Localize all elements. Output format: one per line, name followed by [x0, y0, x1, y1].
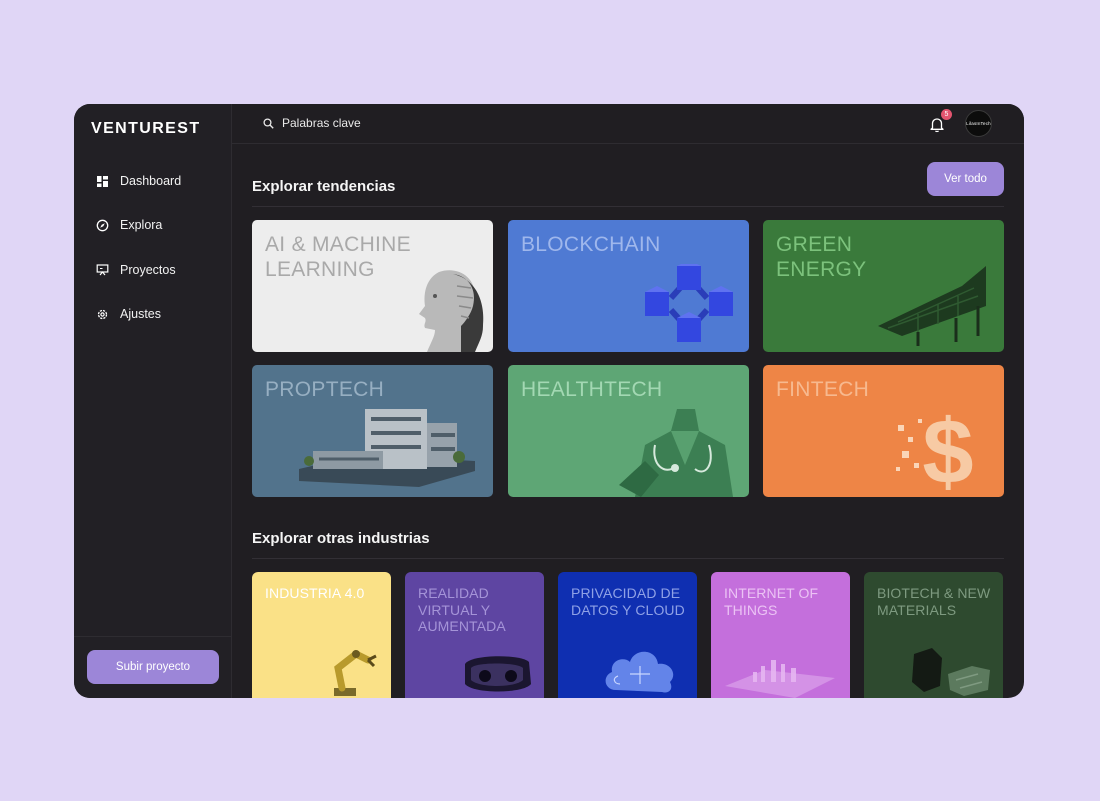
sidebar-item-ajustes[interactable]: Ajustes: [96, 303, 181, 325]
industry-card-privacidad[interactable]: PRIVACIDAD DE DATOS Y CLOUD: [558, 572, 697, 698]
sidebar-item-label: Proyectos: [120, 262, 176, 277]
industry-card-realidad-virtual[interactable]: REALIDAD VIRTUAL Y AUMENTADA: [405, 572, 544, 698]
cloud-icon: [605, 651, 674, 693]
industry-card-industria[interactable]: INDUSTRIA 4.0: [252, 572, 391, 698]
trend-card-green-energy[interactable]: GREEN ENERGY: [763, 220, 1004, 352]
industry-card-label: BIOTECH & NEW MATERIALS: [877, 585, 991, 618]
presentation-icon: [96, 264, 109, 276]
industry-card-label: INTERNET OF THINGS: [724, 585, 819, 618]
material-samples-icon: [912, 648, 990, 696]
trend-card-fintech[interactable]: FINTECH $: [763, 365, 1004, 497]
dashboard-icon: [97, 175, 108, 187]
search-icon: [263, 117, 274, 129]
sidebar-item-explora[interactable]: Explora: [96, 214, 181, 236]
blockchain-cubes-icon: [645, 264, 733, 342]
sidebar-item-dashboard[interactable]: Dashboard: [96, 170, 181, 192]
sidebar-item-proyectos[interactable]: Proyectos: [96, 259, 181, 281]
notification-badge: 5: [941, 109, 952, 120]
section-divider: [252, 558, 1004, 559]
building-icon: [299, 409, 475, 487]
trend-card-label: FINTECH: [776, 378, 870, 401]
svg-text:$: $: [922, 405, 973, 493]
trends-title: Explorar tendencias: [252, 178, 396, 195]
sidebar-item-label: Explora: [120, 218, 163, 233]
vr-headset-icon: [465, 656, 531, 692]
trend-card-label: AI & MACHINE LEARNING: [265, 233, 411, 281]
topbar: Palabras clave 5 LilasInTech: [232, 104, 1024, 144]
sidebar-item-label: Ajustes: [120, 307, 161, 322]
industry-card-label: PRIVACIDAD DE DATOS Y CLOUD: [571, 585, 685, 618]
robot-arm-icon: [334, 649, 377, 696]
section-divider: [252, 206, 1004, 207]
industries-title: Explorar otras industrias: [252, 530, 430, 547]
dollar-sign-icon: $: [896, 405, 974, 493]
industry-card-biotech[interactable]: BIOTECH & NEW MATERIALS: [864, 572, 1003, 698]
trend-card-healthtech[interactable]: HEALTHTECH: [508, 365, 749, 497]
sidebar-item-label: Dashboard: [120, 174, 182, 188]
trend-card-label: BLOCKCHAIN: [521, 233, 661, 256]
search-input[interactable]: Palabras clave: [263, 116, 361, 130]
avatar[interactable]: LilasInTech: [965, 110, 992, 137]
sidebar-nav: Dashboard Explora Proyectos Ajustes: [96, 170, 181, 348]
trend-card-label: HEALTHTECH: [521, 378, 663, 401]
industry-card-label: INDUSTRIA 4.0: [265, 585, 365, 601]
city-network-icon: [725, 660, 835, 698]
industry-card-iot[interactable]: INTERNET OF THINGS: [711, 572, 850, 698]
view-all-button[interactable]: Ver todo: [927, 162, 1004, 196]
sidebar: VENTUREST Dashboard Explora Proyectos Aj…: [74, 104, 232, 698]
trend-card-proptech[interactable]: PROPTECH: [252, 365, 493, 497]
robot-head-icon: [419, 270, 484, 352]
doctor-stethoscope-icon: [619, 409, 733, 497]
gear-icon: [97, 309, 108, 319]
compass-icon: [96, 219, 109, 232]
sidebar-divider: [74, 636, 232, 637]
trend-card-blockchain[interactable]: BLOCKCHAIN: [508, 220, 749, 352]
industry-card-label: REALIDAD VIRTUAL Y AUMENTADA: [418, 585, 506, 634]
search-placeholder: Palabras clave: [282, 116, 361, 130]
solar-panel-icon: [878, 266, 986, 346]
trend-card-ai[interactable]: AI & MACHINE LEARNING: [252, 220, 493, 352]
app-window: VENTUREST Dashboard Explora Proyectos Aj…: [74, 104, 1024, 698]
upload-project-button[interactable]: Subir proyecto: [87, 650, 219, 684]
logo: VENTUREST: [91, 120, 201, 137]
